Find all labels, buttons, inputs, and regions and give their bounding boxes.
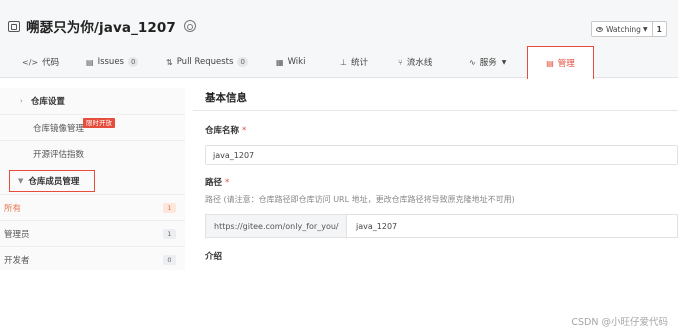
repository-icon (8, 20, 20, 32)
member-count-badge: 1 (163, 203, 176, 213)
service-icon: ∿ (469, 57, 476, 67)
path-label-text: 路径 (205, 178, 223, 188)
basic-info-panel: 基本信息 仓库名称 * java_1207 路径 * 路径 (请注意：仓库路径即仓库… (193, 82, 678, 272)
pull-request-icon: ⇅ (166, 57, 173, 67)
sidebar-item-label: 仓库设置 (30, 97, 65, 107)
section-title: 基本信息 (205, 92, 247, 104)
tab-issues[interactable]: ▤ Issues 0 (86, 46, 139, 78)
sidebar-item-repo-settings[interactable]: › 仓库设置 (0, 88, 185, 114)
member-count-badge: 0 (163, 255, 176, 265)
section-divider (193, 110, 678, 111)
tab-manage-label: 管理 (557, 59, 575, 69)
tab-stats[interactable]: ⊥ 统计 (340, 46, 368, 78)
repo-title-row: 嗍瑟只为你/java_1207 (8, 16, 196, 36)
sidebar-item-label: 仓库镜像管理 (33, 123, 85, 134)
intro-label: 介绍 (205, 252, 223, 262)
issues-icon: ▤ (86, 57, 94, 67)
repo-name-label-text: 仓库名称 (205, 126, 240, 136)
repo-name-field[interactable]: java_1207 (205, 145, 678, 165)
chart-icon: ⊥ (340, 57, 347, 67)
member-filter-label: 所有 (4, 203, 22, 214)
repo-title[interactable]: 嗍瑟只为你/java_1207 (26, 16, 176, 36)
tab-pipeline[interactable]: ⑂ 流水线 (398, 46, 432, 78)
chevron-down-icon: ▼ (18, 177, 24, 185)
limited-time-badge: 限时开放 (83, 117, 116, 128)
code-icon: </> (22, 57, 39, 67)
member-filter-admins[interactable]: 管理员 1 (0, 220, 185, 246)
tab-stats-label: 统计 (350, 58, 368, 68)
tab-issues-label: Issues (97, 57, 124, 67)
tab-pull-requests-badge: 0 (237, 57, 248, 67)
wiki-icon: ▦ (276, 57, 284, 67)
watch-count[interactable]: 1 (653, 22, 666, 36)
member-filter-developers[interactable]: 开发者 0 (0, 246, 185, 272)
repo-settings-icon[interactable] (183, 20, 196, 32)
sidebar-item-evaluate[interactable]: 开源评估指数 (0, 140, 185, 166)
sidebar-item-label: 仓库成员管理 (28, 177, 80, 187)
repo-tabs: </> 代码 ▤ Issues 0 ⇅ Pull Requests 0 ▦ Wi… (0, 46, 678, 79)
watch-label: Watching (606, 24, 641, 34)
member-count-badge: 1 (163, 229, 176, 239)
path-label: 路径 * (205, 176, 229, 188)
watch-button[interactable]: Watching ▼ 1 (591, 21, 667, 37)
chevron-down-icon: ▼ (501, 58, 507, 66)
member-filter-label: 开发者 (4, 255, 30, 266)
watch-toggle[interactable]: Watching ▼ (592, 22, 653, 36)
sidebar-item-members[interactable]: ▼ 仓库成员管理 (9, 170, 95, 192)
sidebar-item-label: 开源评估指数 (33, 149, 85, 160)
path-field[interactable]: java_1207 (347, 214, 678, 238)
required-mark: * (225, 178, 230, 188)
repo-header: 嗍瑟只为你/java_1207 Watching ▼ 1 </> 代码 ▤ Is… (0, 0, 678, 79)
tab-issues-badge: 0 (127, 57, 139, 67)
tab-pull-requests-label: Pull Requests (176, 57, 234, 67)
path-prefix: https://gitee.com/only_for_you/ (205, 214, 347, 238)
eye-icon (596, 26, 603, 32)
tab-wiki-label: Wiki (287, 57, 306, 67)
path-hint: 路径 (请注意：仓库路径即仓库访问 URL 地址，更改仓库路径将导致原克隆地址不… (205, 195, 515, 204)
settings-sidebar: › 仓库设置 仓库镜像管理 限时开放 开源评估指数 ▼ 仓库成员管理 所有 1 … (0, 88, 185, 270)
tab-pull-requests[interactable]: ⇅ Pull Requests 0 (166, 46, 248, 78)
watermark: CSDN @小旺仔爱代码 (571, 317, 668, 328)
chevron-down-icon: ▼ (642, 25, 648, 33)
member-filter-label: 管理员 (4, 229, 30, 240)
repo-name-label: 仓库名称 * (205, 124, 246, 136)
manage-icon: ▤ (546, 58, 554, 68)
tab-code-label: 代码 (42, 58, 60, 68)
tab-wiki[interactable]: ▦ Wiki (276, 46, 305, 78)
pipeline-icon: ⑂ (398, 57, 403, 67)
tab-code[interactable]: </> 代码 (22, 46, 59, 78)
tab-manage[interactable]: ▤ 管理 (527, 46, 594, 79)
tab-service-label: 服务 (479, 58, 497, 68)
required-mark: * (242, 126, 247, 136)
tab-service[interactable]: ∿ 服务 ▼ (469, 46, 506, 78)
member-filter-all[interactable]: 所有 1 (0, 194, 185, 220)
tab-pipeline-label: 流水线 (406, 58, 433, 68)
chevron-right-icon: › (20, 97, 23, 105)
sidebar-item-mirror[interactable]: 仓库镜像管理 限时开放 (0, 114, 185, 140)
